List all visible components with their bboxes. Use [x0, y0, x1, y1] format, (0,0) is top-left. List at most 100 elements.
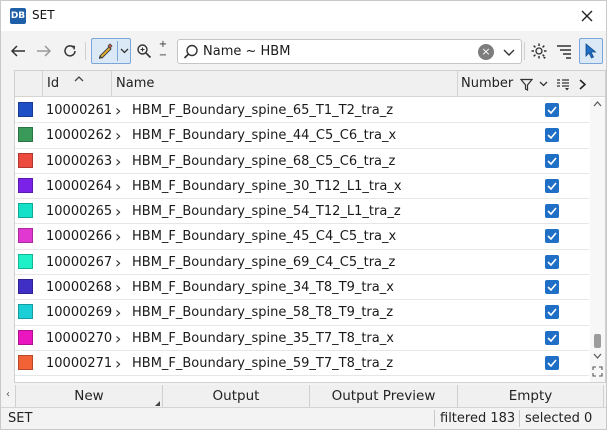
table-row[interactable]: 10000262 › HBM_F_Boundary_spine_44_C5_C6_t… — [15, 123, 589, 149]
column-divider — [111, 71, 112, 97]
forward-button[interactable] — [33, 40, 55, 62]
color-swatch — [18, 203, 33, 219]
checkmark-icon — [547, 157, 557, 165]
row-name: HBM_F_Boundary_spine_35_T7_T8_tra_x — [132, 330, 394, 346]
close-button[interactable] — [574, 4, 600, 28]
color-swatch — [18, 253, 33, 269]
expand-chevron-icon[interactable]: › — [115, 326, 121, 351]
row-checkbox[interactable] — [545, 153, 559, 168]
color-swatch — [18, 177, 33, 193]
checkmark-icon — [547, 131, 557, 140]
new-button-label: New — [74, 388, 104, 404]
new-button[interactable]: New — [15, 385, 163, 407]
settings-button[interactable] — [528, 40, 550, 62]
checkmark-icon — [547, 359, 557, 367]
row-checkbox[interactable] — [545, 103, 559, 117]
expand-chevron-icon[interactable]: › — [115, 250, 121, 275]
expand-chevron-icon[interactable]: › — [115, 275, 121, 300]
refresh-icon — [64, 45, 76, 57]
table-row[interactable]: 10000265 › HBM_F_Boundary_spine_54_T12_L1_… — [15, 199, 589, 225]
row-checkbox[interactable] — [545, 280, 559, 295]
expand-chevron-icon[interactable]: › — [115, 149, 121, 174]
output-button[interactable]: Output — [163, 385, 310, 407]
color-swatch — [18, 102, 33, 117]
table-row[interactable]: 10000267 › HBM_F_Boundary_spine_69_C4_C5_t… — [15, 250, 589, 276]
expand-chevron-icon[interactable]: › — [115, 123, 121, 148]
expand-chevron-icon[interactable]: › — [115, 98, 121, 123]
row-id: 10000263 — [46, 153, 113, 169]
table-row[interactable]: 10000269 › HBM_F_Boundary_spine_58_T8_T9_t… — [15, 300, 589, 326]
row-checkbox[interactable] — [545, 355, 559, 370]
title-bar: DB SET — [1, 1, 606, 31]
toolbar-separator — [85, 42, 86, 60]
highlight-tool-button[interactable] — [94, 41, 116, 61]
column-chooser-button[interactable] — [555, 76, 571, 92]
columns-icon — [557, 78, 569, 90]
scroll-columns-right-button[interactable] — [576, 76, 588, 92]
expand-chevron-icon[interactable]: › — [115, 300, 121, 325]
table-row[interactable]: 10000268 › HBM_F_Boundary_spine_34_T8_T9_t… — [15, 275, 589, 301]
search-input[interactable] — [203, 40, 473, 63]
table-row[interactable]: 10000261 › HBM_F_Boundary_spine_65_T1_T2_t… — [15, 98, 589, 124]
row-name: HBM_F_Boundary_spine_59_T7_T8_tra_z — [132, 355, 394, 371]
row-checkbox[interactable] — [545, 330, 559, 345]
row-name: HBM_F_Boundary_spine_45_C4_C5_tra_x — [132, 229, 397, 245]
chevron-down-icon[interactable] — [593, 352, 602, 360]
highlight-tool-dropdown[interactable] — [119, 43, 130, 59]
row-checkbox[interactable] — [545, 178, 559, 193]
scrollbar-thumb[interactable] — [594, 334, 601, 348]
expand-icon[interactable] — [592, 366, 603, 377]
color-swatch — [18, 127, 33, 143]
checkmark-icon — [547, 232, 557, 241]
row-id: 10000270 — [46, 330, 113, 346]
table-row[interactable]: 10000264 › HBM_F_Boundary_spine_30_T12_L1_… — [15, 174, 589, 200]
status-filtered-count: filtered 183 — [440, 411, 516, 426]
expand-chevron-icon[interactable]: › — [115, 351, 121, 376]
filter-icon — [519, 78, 533, 91]
row-checkbox[interactable] — [545, 254, 559, 269]
row-checkbox[interactable] — [545, 128, 559, 143]
plus-icon[interactable]: + — [158, 39, 168, 50]
minus-icon[interactable]: − — [158, 50, 168, 61]
chevron-down-icon — [539, 81, 547, 87]
row-id: 10000268 — [46, 280, 113, 296]
list-options-button[interactable] — [553, 40, 575, 62]
table-row[interactable]: 10000266 › HBM_F_Boundary_spine_45_C4_C5_t… — [15, 224, 589, 250]
column-dropdown-button[interactable] — [537, 76, 549, 92]
checkmark-icon — [547, 308, 557, 317]
row-name: HBM_F_Boundary_spine_54_T12_L1_tra_z — [132, 204, 401, 220]
status-separator — [519, 410, 520, 427]
expand-chevron-icon[interactable]: › — [115, 174, 121, 199]
vertical-scrollbar[interactable] — [590, 98, 605, 382]
output-preview-button[interactable]: Output Preview — [310, 385, 458, 407]
row-id: 10000261 — [46, 103, 113, 118]
row-checkbox[interactable] — [545, 229, 559, 244]
zoom-stepper[interactable]: + − — [158, 39, 168, 63]
column-divider — [42, 71, 43, 97]
column-header-number[interactable]: Number — [461, 71, 521, 97]
table-row[interactable]: 10000270 › HBM_F_Boundary_spine_35_T7_T8_t… — [15, 326, 589, 351]
chevron-down-icon[interactable] — [502, 45, 516, 59]
table-row[interactable]: 10000271 › HBM_F_Boundary_spine_59_T7_T8_t… — [15, 351, 589, 377]
chevron-up-icon[interactable] — [593, 100, 602, 108]
row-checkbox[interactable] — [545, 204, 559, 219]
row-id: 10000269 — [46, 305, 113, 321]
empty-button[interactable]: Empty — [458, 385, 604, 407]
refresh-button[interactable] — [59, 40, 81, 62]
chevron-left-icon[interactable]: ‹ — [6, 388, 14, 402]
expand-chevron-icon[interactable]: › — [115, 224, 121, 249]
chevron-right-icon — [578, 78, 586, 90]
table-row[interactable]: 10000263 › HBM_F_Boundary_spine_68_C5_C6_t… — [15, 149, 589, 174]
select-mode-button[interactable] — [579, 38, 603, 64]
row-checkbox[interactable] — [545, 305, 559, 320]
zoom-button[interactable] — [133, 40, 155, 62]
back-button[interactable] — [7, 40, 29, 62]
expand-chevron-icon[interactable]: › — [115, 199, 121, 224]
status-selected-count: selected 0 — [525, 411, 593, 426]
row-id: 10000267 — [46, 254, 113, 270]
filter-button[interactable] — [519, 76, 533, 92]
clear-search-button[interactable]: × — [478, 44, 494, 60]
checkmark-icon — [547, 334, 557, 342]
column-header-name[interactable]: Name — [116, 71, 316, 97]
row-name: HBM_F_Boundary_spine_44_C5_C6_tra_x — [132, 128, 397, 144]
